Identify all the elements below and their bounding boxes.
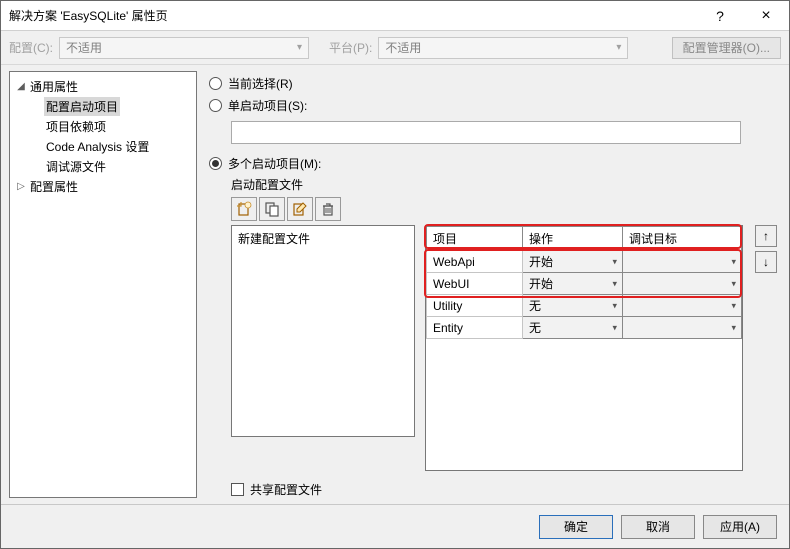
tree-startup-project[interactable]: 配置启动项目 bbox=[10, 96, 196, 116]
chevron-down-icon: ▾ bbox=[612, 300, 617, 311]
profiles-label: 启动配置文件 bbox=[231, 176, 777, 193]
table-row: WebUI 开始▾ ▾ bbox=[427, 273, 742, 295]
table-row: WebApi 开始▾ ▾ bbox=[427, 251, 742, 273]
nav-tree[interactable]: ◢ 通用属性 配置启动项目 项目依赖项 Code Analysis 设置 调试源… bbox=[9, 71, 197, 498]
col-project[interactable]: 项目 bbox=[427, 227, 523, 251]
platform-value: 不适用 bbox=[385, 39, 421, 56]
col-action[interactable]: 操作 bbox=[523, 227, 623, 251]
arrow-down-icon: ↓ bbox=[763, 255, 769, 269]
rename-profile-button[interactable] bbox=[287, 197, 313, 221]
tree-project-deps[interactable]: 项目依赖项 bbox=[10, 116, 196, 136]
profiles-list[interactable]: 新建配置文件 bbox=[231, 225, 415, 437]
dialog-footer: 确定 取消 应用(A) bbox=[1, 504, 789, 548]
share-profile-checkbox[interactable]: 共享配置文件 bbox=[231, 481, 777, 498]
radio-single-label: 单启动项目(S): bbox=[228, 97, 307, 114]
single-startup-combo[interactable] bbox=[231, 121, 741, 145]
chevron-down-icon: ▾ bbox=[731, 322, 736, 333]
share-profile-label: 共享配置文件 bbox=[250, 481, 322, 498]
cell-action[interactable]: 无▾ bbox=[523, 295, 623, 317]
collapse-icon[interactable]: ◢ bbox=[14, 81, 28, 92]
checkbox-icon bbox=[231, 483, 244, 496]
radio-icon bbox=[209, 157, 222, 170]
radio-multi-startup[interactable]: 多个启动项目(M): bbox=[209, 152, 777, 174]
config-value: 不适用 bbox=[66, 39, 102, 56]
cell-target[interactable]: ▾ bbox=[623, 273, 742, 295]
arrow-up-icon: ↑ bbox=[763, 229, 769, 243]
tree-config-props[interactable]: ▷ 配置属性 bbox=[10, 176, 196, 196]
cell-target[interactable]: ▾ bbox=[623, 317, 742, 339]
radio-icon bbox=[209, 99, 222, 112]
cell-project[interactable]: Entity bbox=[427, 317, 523, 339]
new-profile-button[interactable] bbox=[231, 197, 257, 221]
chevron-down-icon: ▾ bbox=[612, 278, 617, 289]
profile-toolbar bbox=[231, 197, 777, 221]
copy-icon bbox=[264, 201, 280, 217]
new-file-icon bbox=[236, 201, 252, 217]
chevron-down-icon: ▾ bbox=[612, 256, 617, 267]
rename-icon bbox=[292, 201, 308, 217]
platform-combo: 不适用 ▾ bbox=[378, 37, 628, 59]
chevron-down-icon: ▾ bbox=[616, 42, 621, 53]
close-icon: × bbox=[761, 7, 770, 25]
platform-label: 平台(P): bbox=[329, 39, 372, 56]
ok-button[interactable]: 确定 bbox=[539, 515, 613, 539]
cancel-button[interactable]: 取消 bbox=[621, 515, 695, 539]
radio-current-label: 当前选择(R) bbox=[228, 75, 293, 92]
radio-icon bbox=[209, 77, 222, 90]
cell-action[interactable]: 开始▾ bbox=[523, 273, 623, 295]
move-up-button[interactable]: ↑ bbox=[755, 225, 777, 247]
startup-grid[interactable]: 项目 操作 调试目标 WebApi 开始▾ ▾ bbox=[425, 225, 743, 471]
expand-icon[interactable]: ▷ bbox=[14, 181, 28, 192]
table-row: Utility 无▾ ▾ bbox=[427, 295, 742, 317]
titlebar: 解决方案 'EasySQLite' 属性页 ? × bbox=[1, 1, 789, 31]
cell-project[interactable]: WebUI bbox=[427, 273, 523, 295]
radio-single-startup[interactable]: 单启动项目(S): bbox=[209, 95, 777, 117]
chevron-down-icon: ▾ bbox=[731, 300, 736, 311]
config-strip: 配置(C): 不适用 ▾ 平台(P): 不适用 ▾ 配置管理器(O)... bbox=[1, 31, 789, 65]
duplicate-profile-button[interactable] bbox=[259, 197, 285, 221]
cell-target[interactable]: ▾ bbox=[623, 295, 742, 317]
chevron-down-icon: ▾ bbox=[612, 322, 617, 333]
chevron-down-icon: ▾ bbox=[297, 42, 302, 53]
radio-multi-label: 多个启动项目(M): bbox=[228, 155, 321, 172]
table-row: Entity 无▾ ▾ bbox=[427, 317, 742, 339]
cell-project[interactable]: Utility bbox=[427, 295, 523, 317]
tree-code-analysis[interactable]: Code Analysis 设置 bbox=[10, 136, 196, 156]
delete-icon bbox=[320, 201, 336, 217]
tree-debug-source[interactable]: 调试源文件 bbox=[10, 156, 196, 176]
cell-project[interactable]: WebApi bbox=[427, 251, 523, 273]
chevron-down-icon: ▾ bbox=[731, 256, 736, 267]
window-title: 解决方案 'EasySQLite' 属性页 bbox=[9, 7, 697, 24]
move-down-button[interactable]: ↓ bbox=[755, 251, 777, 273]
cell-target[interactable]: ▾ bbox=[623, 251, 742, 273]
radio-current-selection[interactable]: 当前选择(R) bbox=[209, 73, 777, 95]
config-combo: 不适用 ▾ bbox=[59, 37, 309, 59]
cell-action[interactable]: 开始▾ bbox=[523, 251, 623, 273]
cell-action[interactable]: 无▾ bbox=[523, 317, 623, 339]
tree-common-props[interactable]: ◢ 通用属性 bbox=[10, 76, 196, 96]
config-label: 配置(C): bbox=[9, 39, 53, 56]
config-manager-button: 配置管理器(O)... bbox=[672, 37, 781, 59]
close-button[interactable]: × bbox=[743, 1, 789, 31]
help-icon: ? bbox=[716, 8, 724, 24]
list-item[interactable]: 新建配置文件 bbox=[238, 230, 408, 247]
col-target[interactable]: 调试目标 bbox=[623, 227, 742, 251]
apply-button[interactable]: 应用(A) bbox=[703, 515, 777, 539]
help-button[interactable]: ? bbox=[697, 1, 743, 31]
delete-profile-button[interactable] bbox=[315, 197, 341, 221]
chevron-down-icon: ▾ bbox=[731, 278, 736, 289]
